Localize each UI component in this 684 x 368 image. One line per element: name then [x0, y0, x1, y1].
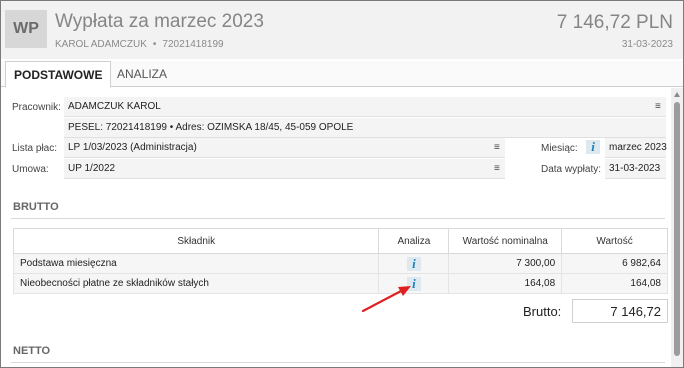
- section-netto-heading: NETTO: [13, 345, 51, 357]
- column-header-component[interactable]: Składnik: [12, 228, 380, 254]
- employee-details-line: PESEL: 72021418199 • Adres: OZIMSKA 18/4…: [64, 118, 666, 138]
- value-cell: 164,08: [561, 273, 668, 294]
- scrollbar-thumb[interactable]: [674, 102, 680, 356]
- nominal-value-cell: 164,08: [448, 273, 563, 294]
- month-label: Miesiąc:: [541, 143, 578, 154]
- total-amount: 7 146,72 PLN: [556, 12, 673, 33]
- payroll-menu-icon[interactable]: ≡: [494, 142, 500, 153]
- component-name-cell: Nieobecności płatne ze składników stałyc…: [12, 273, 380, 294]
- month-info-icon[interactable]: i: [586, 139, 600, 154]
- table-row[interactable]: Nieobecności płatne ze składników stałyc…: [12, 273, 668, 294]
- contract-field[interactable]: UP 1/2022: [64, 159, 505, 179]
- month-field[interactable]: marzec 2023: [605, 138, 667, 158]
- tab-bar: PODSTAWOWE ANALIZA: [1, 61, 683, 88]
- paydate-label: Data wypłaty:: [541, 164, 602, 175]
- employee-name: KAROL ADAMCZUK: [55, 39, 147, 50]
- brutto-components-table: Składnik Analiza Wartość nominalna Warto…: [12, 228, 668, 294]
- value-cell: 6 982,64: [561, 253, 668, 274]
- employee-id: 72021418199: [162, 39, 224, 50]
- component-name-cell: Podstawa miesięczna: [12, 253, 380, 274]
- brutto-total-value: 7 146,72: [572, 299, 668, 323]
- annotation-arrow-icon: [361, 286, 411, 313]
- contract-menu-icon[interactable]: ≡: [494, 163, 500, 174]
- section-divider: [11, 362, 665, 363]
- paydate-field[interactable]: 31-03-2023: [605, 159, 666, 179]
- payslip-window: WP Wypłata za marzec 2023 KAROL ADAMCZUK…: [0, 0, 684, 368]
- employee-value: ADAMCZUK KAROL: [68, 101, 161, 112]
- employee-subtitle: KAROL ADAMCZUK • 72021418199: [55, 39, 224, 50]
- contract-label: Umowa:: [12, 164, 49, 175]
- employee-menu-icon[interactable]: ≡: [655, 101, 661, 112]
- payment-date: 31-03-2023: [621, 39, 673, 50]
- employee-label: Pracownik:: [12, 102, 61, 113]
- table-row[interactable]: Podstawa miesięczna i 7 300,00 6 982,64: [12, 253, 668, 274]
- payroll-field[interactable]: LP 1/03/2023 (Administracja): [64, 138, 505, 158]
- tab-analiza[interactable]: ANALIZA: [109, 61, 175, 87]
- column-header-nominal-value[interactable]: Wartość nominalna: [448, 228, 563, 254]
- scroll-up-arrow-icon[interactable]: [674, 92, 680, 97]
- analysis-cell: i: [378, 253, 450, 274]
- document-header: WP Wypłata za marzec 2023 KAROL ADAMCZUK…: [1, 1, 683, 59]
- contract-value: UP 1/2022: [68, 163, 116, 174]
- separator-dot: •: [152, 39, 157, 50]
- payroll-value: LP 1/03/2023 (Administracja): [68, 142, 197, 153]
- column-header-value[interactable]: Wartość: [561, 228, 668, 254]
- column-header-analysis[interactable]: Analiza: [378, 228, 450, 254]
- pesel-address-text: PESEL: 72021418199 • Adres: OZIMSKA 18/4…: [68, 122, 354, 133]
- section-brutto-heading: BRUTTO: [13, 201, 59, 213]
- month-value: marzec 2023: [609, 142, 667, 153]
- paydate-value: 31-03-2023: [609, 163, 661, 174]
- nominal-value-cell: 7 300,00: [448, 253, 563, 274]
- table-header-row: Składnik Analiza Wartość nominalna Warto…: [12, 228, 668, 254]
- employee-field[interactable]: ADAMCZUK KAROL: [64, 97, 666, 117]
- payroll-label: Lista płac:: [12, 143, 58, 154]
- vertical-scrollbar[interactable]: [671, 88, 683, 367]
- section-divider: [11, 218, 665, 219]
- tab-podstawowe[interactable]: PODSTAWOWE: [5, 61, 112, 88]
- analysis-info-icon[interactable]: i: [406, 256, 421, 271]
- document-type-badge: WP: [5, 10, 47, 48]
- brutto-total-label: Brutto:: [523, 304, 562, 319]
- page-title: Wypłata za marzec 2023: [55, 11, 264, 32]
